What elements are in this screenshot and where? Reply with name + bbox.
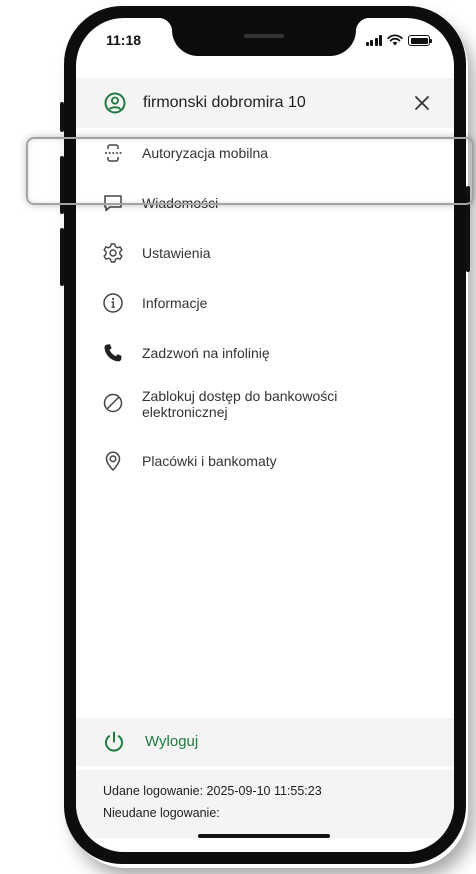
menu-item-label: Ustawienia xyxy=(142,245,211,261)
phone-icon xyxy=(104,344,122,362)
message-icon xyxy=(104,195,122,212)
menu-item-label: Zadzwoń na infolinię xyxy=(142,345,270,361)
battery-icon xyxy=(408,35,432,46)
menu-item-label: Wiadomości xyxy=(142,195,219,211)
menu-header: firmonski dobromira 10 xyxy=(76,78,454,128)
mobile-authorization-icon xyxy=(105,144,122,162)
volume-up-button xyxy=(60,156,64,214)
menu-item-label: Autoryzacja mobilna xyxy=(142,145,269,161)
home-indicator[interactable] xyxy=(198,834,330,838)
volume-down-button xyxy=(60,228,64,286)
signal-icon xyxy=(365,35,382,46)
notch xyxy=(158,18,370,56)
info-icon xyxy=(103,293,123,313)
close-icon[interactable] xyxy=(412,93,432,113)
power-icon xyxy=(105,731,123,752)
block-icon xyxy=(103,393,123,413)
menu-item-branches-atms[interactable]: Placówki i bankomaty xyxy=(76,436,454,486)
menu-item-label: Informacje xyxy=(142,295,208,311)
user-circle-icon xyxy=(104,92,126,114)
speaker xyxy=(244,34,284,38)
mute-switch xyxy=(60,102,64,132)
login-info: Udane logowanie: 2025-09-10 11:55:23 Nie… xyxy=(76,770,454,838)
location-pin-icon xyxy=(105,451,121,472)
status-icons xyxy=(365,34,432,46)
side-menu: Autoryzacja mobilna Wiadomości Ustawieni… xyxy=(76,128,454,486)
phone-screen: 11:18 firmonski dobromira 10 Autoryzacja… xyxy=(76,18,454,852)
menu-item-mobile-authorization[interactable]: Autoryzacja mobilna xyxy=(76,128,454,178)
successful-login-text: Udane logowanie: 2025-09-10 11:55:23 xyxy=(103,784,322,798)
logout-label: Wyloguj xyxy=(145,733,199,750)
logout-button[interactable]: Wyloguj xyxy=(76,718,454,766)
menu-item-information[interactable]: Informacje xyxy=(76,278,454,328)
menu-item-label: Zablokuj dostęp do bankowości elektronic… xyxy=(142,388,338,420)
status-time: 11:18 xyxy=(106,32,142,48)
phone-frame: 11:18 firmonski dobromira 10 Autoryzacja… xyxy=(60,6,470,864)
menu-item-call-hotline[interactable]: Zadzwoń na infolinię xyxy=(76,328,454,378)
wifi-icon xyxy=(387,34,403,46)
menu-item-settings[interactable]: Ustawienia xyxy=(76,228,454,278)
menu-item-label: Placówki i bankomaty xyxy=(142,453,277,469)
menu-item-messages[interactable]: Wiadomości xyxy=(76,178,454,228)
gear-icon xyxy=(103,243,123,263)
account-name: firmonski dobromira 10 xyxy=(143,94,306,111)
failed-login-text: Nieudane logowanie: xyxy=(103,806,220,820)
menu-item-block-access[interactable]: Zablokuj dostęp do bankowości elektronic… xyxy=(76,378,454,436)
power-side-button xyxy=(466,186,470,272)
